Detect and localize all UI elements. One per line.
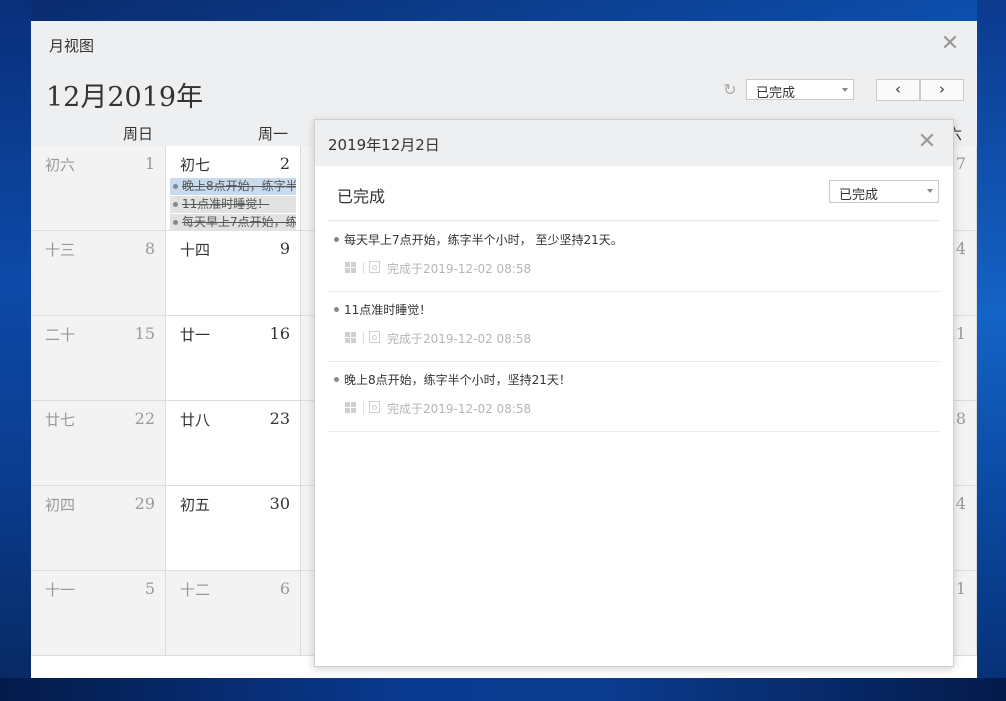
- day-number: 29: [134, 494, 155, 513]
- window-title: 月视图: [49, 37, 95, 55]
- lunar-date: 二十: [45, 326, 76, 344]
- calendar-event[interactable]: 每天早上7点开始，练字半个小时，至少坚持21天。: [170, 214, 296, 231]
- calendar-day-cell[interactable]: 十一 5: [31, 571, 166, 656]
- day-number: 30: [269, 494, 290, 513]
- calendar-day-cell[interactable]: 十二 6: [166, 571, 301, 656]
- lunar-date: 廿一: [180, 326, 211, 344]
- desktop-background-bottom: [0, 678, 1006, 701]
- toolbar: 12月2019年 ↻ 已完成 ‹ ›: [31, 68, 977, 118]
- day-number: 2: [279, 154, 290, 173]
- day-number: 5: [144, 579, 155, 598]
- separator: [363, 332, 364, 344]
- calendar-day-cell[interactable]: 廿七 22: [31, 401, 166, 486]
- chevron-down-icon: [927, 189, 933, 193]
- lunar-date: 廿八: [180, 411, 211, 429]
- task-item[interactable]: 每天早上7点开始，练字半个小时， 至少坚持21天。 完成于2019-12-02 …: [328, 221, 940, 292]
- bullet-icon: [334, 377, 339, 382]
- windows-icon: [345, 402, 357, 414]
- day-number: 15: [134, 324, 155, 343]
- weekday-sun: 周日: [123, 125, 154, 143]
- panel-title: 2019年12月2日: [328, 136, 440, 154]
- clock-icon: [369, 331, 380, 343]
- lunar-date: 初四: [45, 496, 76, 514]
- calendar-day-cell[interactable]: 初六 1: [31, 146, 166, 231]
- chevron-down-icon: [842, 88, 848, 92]
- calendar-day-cell[interactable]: 廿八 23: [166, 401, 301, 486]
- month-view-window: 月视图 ✕ 12月2019年 ↻ 已完成 ‹ › 周日 周一 周二 周三 周四 …: [31, 21, 977, 678]
- separator: [363, 402, 364, 414]
- lunar-date: 十三: [45, 241, 76, 259]
- task-completed-time: 完成于2019-12-02 08:58: [387, 332, 532, 346]
- task-text: 晚上8点开始，练字半个小时，坚持21天！: [344, 373, 571, 387]
- calendar-day-cell[interactable]: 十四 9: [166, 231, 301, 316]
- task-completed-time: 完成于2019-12-02 08:58: [387, 402, 532, 416]
- day-number: 7: [955, 154, 966, 173]
- close-icon[interactable]: ✕: [915, 129, 939, 155]
- task-text: 每天早上7点开始，练字半个小时， 至少坚持21天。: [344, 233, 623, 247]
- task-completed-time: 完成于2019-12-02 08:58: [387, 262, 532, 276]
- day-detail-panel: 2019年12月2日 ✕ 已完成 已完成 每天早上7点开始，练字半个小时， 至少…: [314, 119, 954, 667]
- lunar-date: 廿七: [45, 411, 76, 429]
- title-bar: 月视图 ✕: [31, 21, 977, 68]
- panel-status-value: 已完成: [839, 188, 879, 203]
- event-list: 晚上8点开始，练字半个小时，坚持21天！11点准时睡觉！每天早上7点开始，练字半…: [170, 178, 296, 232]
- weekday-mon: 周一: [258, 125, 289, 143]
- windows-icon: [345, 262, 357, 274]
- lunar-date: 十二: [180, 581, 211, 599]
- panel-status-select[interactable]: 已完成: [829, 180, 939, 203]
- day-number: 4: [955, 494, 966, 513]
- lunar-date: 十一: [45, 581, 76, 599]
- calendar-day-cell[interactable]: 初四 29: [31, 486, 166, 571]
- panel-header: 2019年12月2日 ✕: [315, 120, 953, 166]
- calendar-event[interactable]: 晚上8点开始，练字半个小时，坚持21天！: [170, 178, 296, 195]
- clock-icon: [369, 401, 380, 413]
- chevron-right-icon: ›: [939, 80, 945, 98]
- task-text: 11点准时睡觉！: [344, 303, 432, 317]
- lunar-date: 初五: [180, 496, 211, 514]
- prev-month-button[interactable]: ‹: [876, 79, 920, 101]
- desktop-background-left: [0, 0, 31, 701]
- bullet-icon: [334, 307, 339, 312]
- next-month-button[interactable]: ›: [920, 79, 964, 101]
- lunar-date: 初六: [45, 156, 76, 174]
- task-item[interactable]: 晚上8点开始，练字半个小时，坚持21天！ 完成于2019-12-02 08:58: [328, 361, 940, 432]
- calendar-day-cell[interactable]: 廿一 16: [166, 316, 301, 401]
- chevron-left-icon: ‹: [895, 80, 901, 98]
- day-number: 8: [144, 239, 155, 258]
- calendar-day-cell[interactable]: 十三 8: [31, 231, 166, 316]
- calendar-event[interactable]: 11点准时睡觉！: [170, 196, 296, 213]
- day-number: 6: [279, 579, 290, 598]
- lunar-date: 十四: [180, 241, 211, 259]
- status-filter-select[interactable]: 已完成: [746, 79, 854, 101]
- day-number: 23: [269, 409, 290, 428]
- bullet-icon: [334, 237, 339, 242]
- desktop-background-right: [977, 0, 1006, 701]
- status-filter-value: 已完成: [756, 86, 796, 101]
- separator: [363, 262, 364, 274]
- calendar-day-cell[interactable]: 初七 2 晚上8点开始，练字半个小时，坚持21天！11点准时睡觉！每天早上7点开始，…: [166, 146, 301, 231]
- panel-section-title: 已完成: [337, 187, 386, 206]
- clock-icon: [369, 261, 380, 273]
- day-number: 22: [134, 409, 155, 428]
- windows-icon: [345, 332, 357, 344]
- refresh-icon[interactable]: ↻: [720, 80, 740, 100]
- calendar-day-cell[interactable]: 初五 30: [166, 486, 301, 571]
- month-title: 12月2019年: [46, 82, 204, 113]
- day-number: 1: [144, 154, 155, 173]
- day-number: 9: [279, 239, 290, 258]
- calendar-day-cell[interactable]: 二十 15: [31, 316, 166, 401]
- task-item[interactable]: 11点准时睡觉！ 完成于2019-12-02 08:58: [328, 291, 940, 362]
- lunar-date: 初七: [180, 156, 211, 174]
- close-icon[interactable]: ✕: [939, 31, 961, 57]
- day-number: 16: [269, 324, 290, 343]
